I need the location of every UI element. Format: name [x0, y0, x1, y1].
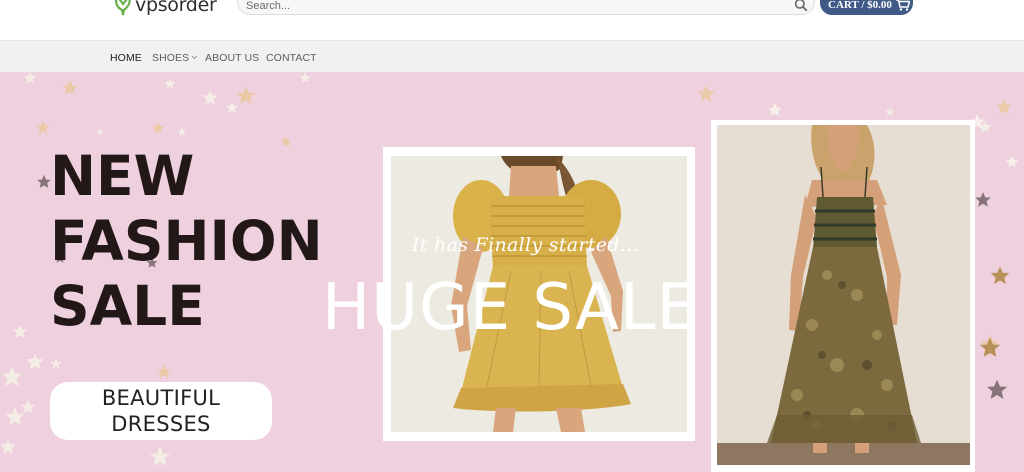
model-floral-maxi-dress-photo: [717, 125, 970, 465]
cart-label: CART / $0.00: [828, 0, 892, 11]
product-photo-frame-2: [711, 120, 975, 472]
sale-tagline: It has Finally started...: [412, 234, 639, 256]
nav-item-contact[interactable]: CONTACT: [266, 52, 317, 64]
hero-banner[interactable]: NEW FASHION SALE BEAUTIFUL DRESSES It ha…: [0, 72, 1024, 472]
site-header: vpsorder CART / $0.00: [0, 0, 1024, 40]
cart-icon: [895, 0, 910, 11]
search-bar: [237, 0, 815, 15]
model-floral-maxi-dress-illustration: [717, 125, 970, 465]
search-input[interactable]: [246, 0, 766, 14]
logo-icon: [114, 0, 131, 16]
nav-item-shoes-label: SHOES: [152, 52, 190, 64]
main-nav: HOME SHOES ABOUT US CONTACT: [0, 40, 1024, 72]
nav-item-about-us[interactable]: ABOUT US: [205, 52, 259, 64]
huge-sale-heading: HUGE SALE: [322, 271, 699, 345]
headline-line-2: FASHION: [50, 209, 323, 273]
chevron-down-icon: [191, 55, 198, 60]
cart-button[interactable]: CART / $0.00: [820, 0, 913, 15]
headline-line-1: NEW: [50, 144, 195, 208]
site-logo[interactable]: vpsorder: [114, 0, 217, 18]
beautiful-dresses-badge: BEAUTIFUL DRESSES: [50, 382, 272, 440]
search-icon[interactable]: [794, 0, 808, 12]
badge-line-1: BEAUTIFUL: [101, 386, 221, 410]
nav-item-shoes[interactable]: SHOES: [152, 52, 198, 64]
nav-item-home[interactable]: HOME: [110, 52, 142, 64]
badge-line-2: DRESSES: [111, 412, 211, 436]
logo-text: vpsorder: [135, 0, 217, 16]
